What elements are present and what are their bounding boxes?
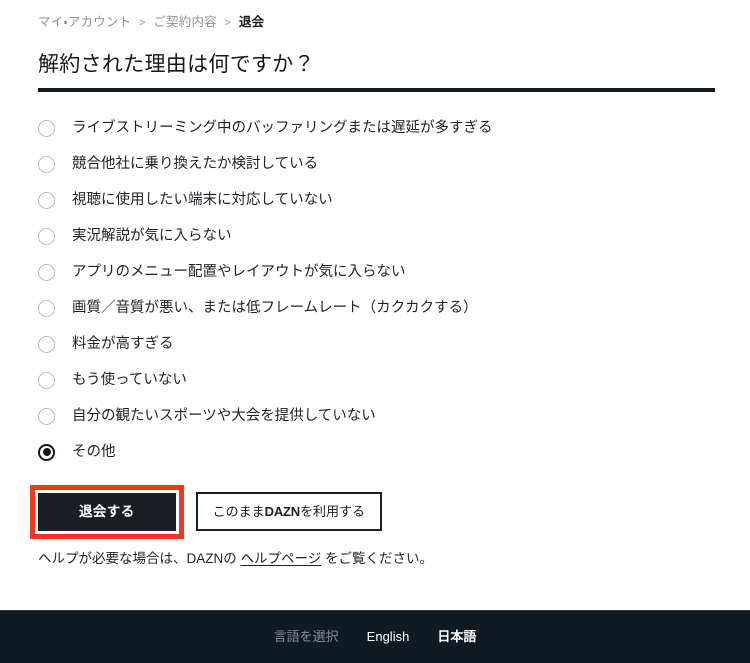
breadcrumb-item-subscription[interactable]: ご契約内容: [153, 15, 217, 29]
breadcrumb-separator: >: [139, 17, 146, 29]
keep-subscription-button[interactable]: このままDAZNを利用する: [195, 492, 382, 532]
help-page-link[interactable]: ヘルプページ: [241, 551, 322, 566]
reason-option-label: その他: [72, 444, 116, 460]
page-title: 解約された理由は何ですか？: [38, 53, 315, 76]
reason-option-buffering[interactable]: ライブストリーミング中のバッファリングまたは遅延が多すぎる: [38, 110, 698, 146]
reason-option-label: 視聴に使用したい端末に対応していない: [72, 192, 333, 208]
reason-option-commentary[interactable]: 実況解説が気に入らない: [38, 218, 698, 254]
radio-icon[interactable]: [38, 407, 55, 425]
radio-icon[interactable]: [38, 155, 55, 173]
action-buttons: 退会する このままDAZNを利用する: [30, 485, 382, 539]
cancellation-survey-page: マイ・アカウント > ご契約内容 > 退会 解約された理由は何ですか？ ライブス…: [0, 0, 750, 610]
radio-icon[interactable]: [38, 227, 55, 245]
breadcrumb-separator: >: [224, 17, 232, 29]
language-selector: 言語を選択 English 日本語: [274, 628, 477, 646]
title-divider: [38, 88, 715, 92]
reason-option-not-using[interactable]: もう使っていない: [38, 362, 698, 398]
radio-icon[interactable]: [38, 119, 55, 137]
breadcrumb-item-cancel: 退会: [238, 15, 265, 29]
reason-option-label: ライブストリーミング中のバッファリングまたは遅延が多すぎる: [72, 120, 493, 136]
breadcrumb-item-my-account[interactable]: マイ・アカウント: [38, 15, 131, 29]
radio-icon[interactable]: [38, 335, 55, 353]
radio-icon[interactable]: [38, 263, 55, 281]
reason-option-price[interactable]: 料金が高すぎる: [38, 326, 698, 362]
help-text: ヘルプが必要な場合は、DAZNの ヘルプページ をご覧ください。: [38, 549, 433, 569]
reason-option-label: 自分の観たいスポーツや大会を提供していない: [72, 408, 376, 424]
help-prefix: ヘルプが必要な場合は、DAZNの: [38, 551, 241, 566]
reason-option-label: 実況解説が気に入らない: [72, 228, 232, 244]
radio-icon[interactable]: [38, 191, 55, 209]
reason-option-content[interactable]: 自分の観たいスポーツや大会を提供していない: [38, 398, 698, 434]
site-footer: 言語を選択 English 日本語: [0, 610, 750, 663]
reason-option-label: 競合他社に乗り換えたか検討している: [72, 156, 319, 172]
reason-option-other[interactable]: その他: [38, 434, 698, 470]
radio-icon[interactable]: [38, 299, 55, 317]
language-selector-label: 言語を選択: [273, 629, 339, 644]
reason-option-app-layout[interactable]: アプリのメニュー配置やレイアウトが気に入らない: [38, 254, 698, 290]
help-suffix: をご覧ください。: [321, 551, 433, 566]
keep-suffix-text: を利用する: [299, 504, 365, 520]
reason-option-label: 料金が高すぎる: [72, 336, 174, 352]
reason-radio-group: ライブストリーミング中のバッファリングまたは遅延が多すぎる 競合他社に乗り換えた…: [38, 110, 698, 470]
radio-icon[interactable]: [38, 371, 55, 389]
keep-prefix-text: このまま: [212, 504, 265, 520]
reason-option-label: 画質／音質が悪い、または低フレームレート（カクカクする）: [72, 300, 478, 316]
reason-option-label: アプリのメニュー配置やレイアウトが気に入らない: [72, 264, 406, 280]
language-option-japanese[interactable]: 日本語: [437, 628, 476, 646]
primary-button-highlight: 退会する: [30, 485, 184, 539]
dazn-brand-text: DAZN: [264, 504, 301, 520]
reason-option-competitor[interactable]: 競合他社に乗り換えたか検討している: [38, 146, 698, 182]
radio-icon-selected[interactable]: [38, 443, 55, 461]
reason-option-device-support[interactable]: 視聴に使用したい端末に対応していない: [38, 182, 698, 218]
reason-option-label: もう使っていない: [72, 372, 187, 388]
cancel-subscription-button[interactable]: 退会する: [38, 493, 176, 531]
breadcrumb: マイ・アカウント > ご契約内容 > 退会: [38, 14, 264, 31]
reason-option-quality[interactable]: 画質／音質が悪い、または低フレームレート（カクカクする）: [38, 290, 698, 326]
language-option-english[interactable]: English: [367, 628, 410, 646]
